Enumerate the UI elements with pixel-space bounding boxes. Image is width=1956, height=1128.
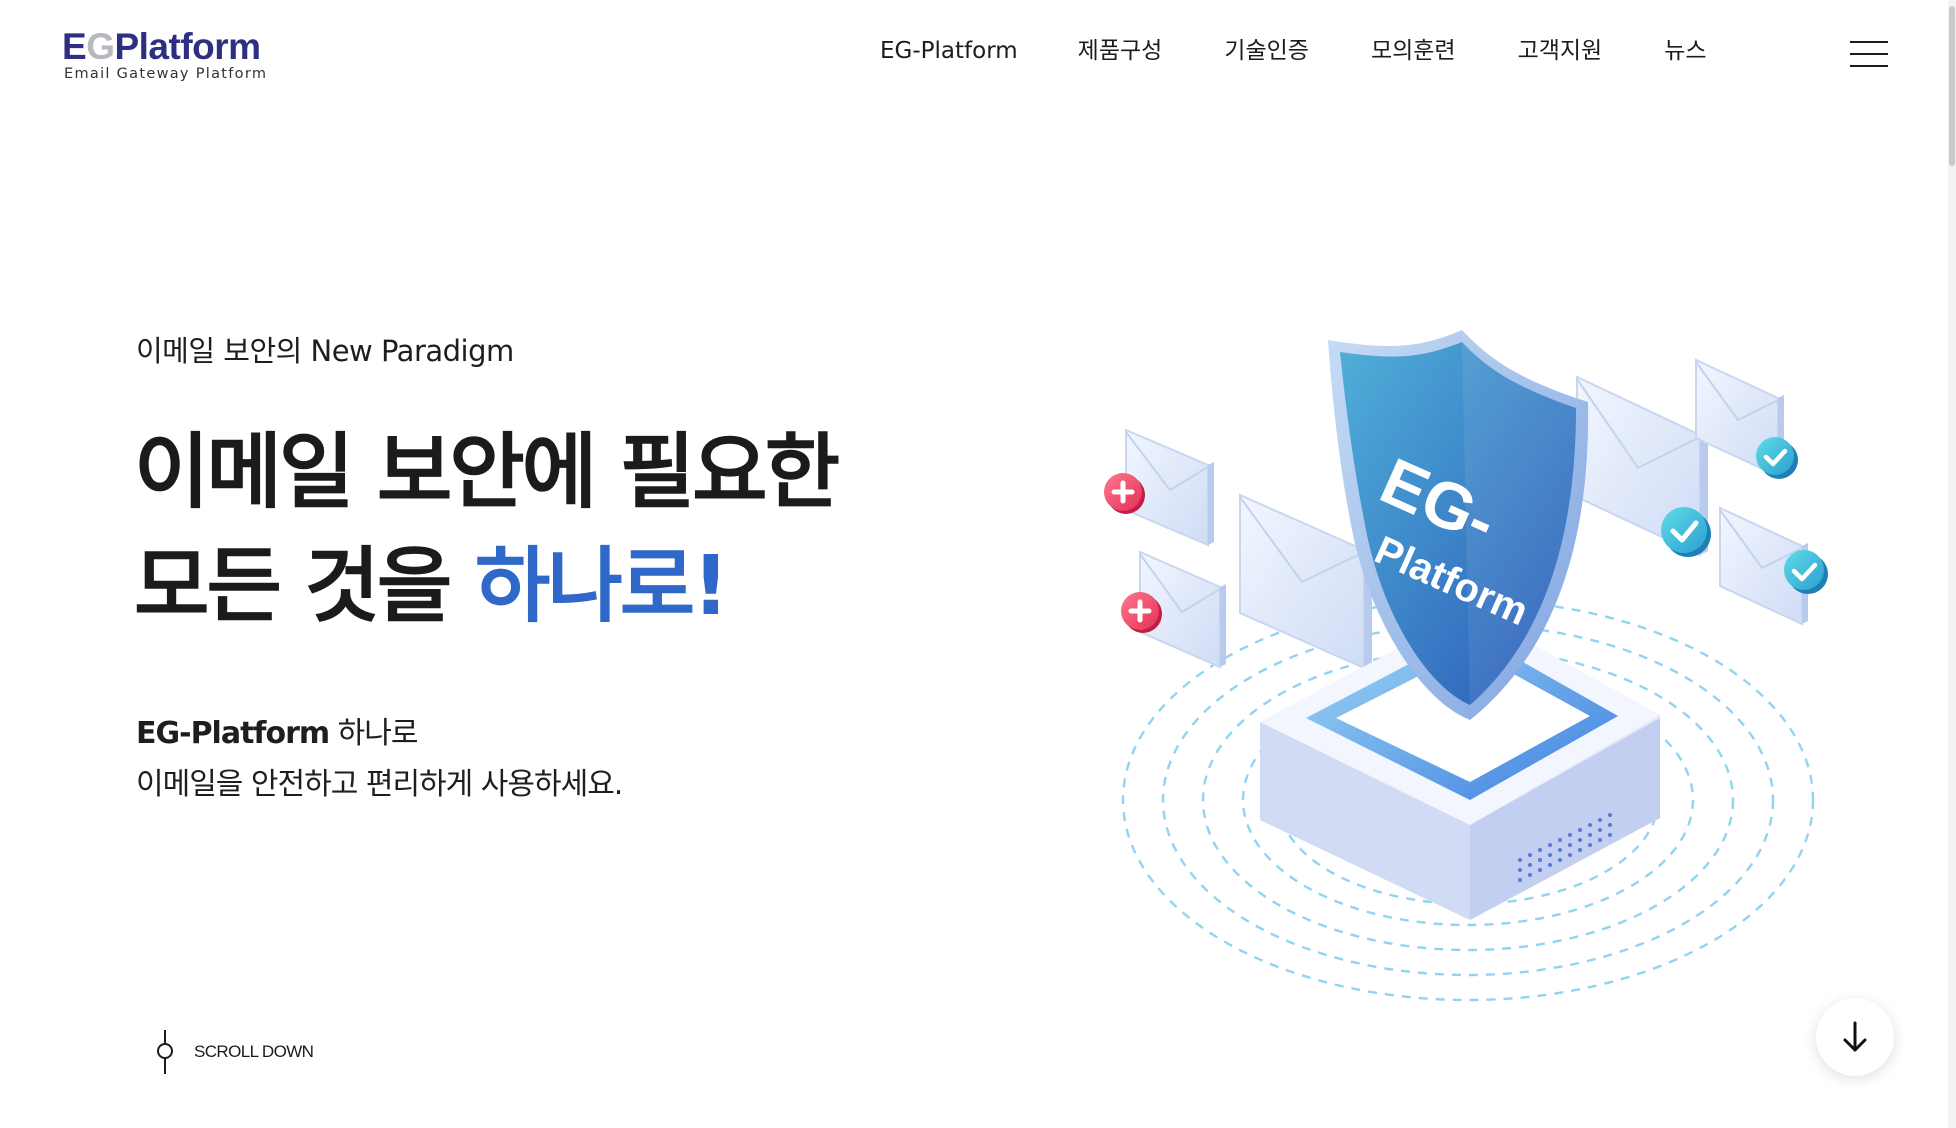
scroll-down-indicator[interactable]: SCROLL DOWN	[154, 1030, 314, 1074]
hero-title-line1: 이메일 보안에 필요한	[134, 425, 840, 520]
hero-description: EG-Platform 하나로 이메일을 안전하고 편리하게 사용하세요.	[136, 708, 623, 810]
nav-item-certification[interactable]: 기술인증	[1224, 34, 1309, 68]
hero-desc-line2: 이메일을 안전하고 편리하게 사용하세요.	[136, 767, 623, 802]
email-security-illustration: EG- Platform	[1090, 320, 1850, 1040]
nav-item-eg-platform[interactable]: EG-Platform	[880, 34, 1018, 68]
menu-bar	[1850, 53, 1888, 55]
hero-title-accent: 하나로!	[474, 539, 730, 634]
page-scrollbar[interactable]	[1948, 0, 1956, 1128]
check-icon	[1756, 437, 1798, 479]
logo-subtitle: Email Gateway Platform	[64, 66, 268, 82]
nav-item-support[interactable]: 고객지원	[1518, 34, 1603, 68]
hero-title-line2: 모든 것을	[134, 539, 475, 634]
main-nav: EG-Platform 제품구성 기술인증 모의훈련 고객지원 뉴스	[880, 34, 1707, 68]
nav-item-simulation-training[interactable]: 모의훈련	[1371, 34, 1456, 68]
logo-wordmark: EGPlatform	[62, 26, 261, 67]
site-header: EGPlatform Email Gateway Platform EG-Pla…	[0, 0, 1956, 110]
scroll-down-label: SCROLL DOWN	[194, 1042, 314, 1061]
hero-title: 이메일 보안에 필요한 모든 것을 하나로!	[134, 416, 840, 644]
nav-item-products[interactable]: 제품구성	[1078, 34, 1163, 68]
eg-platform-logo[interactable]: EGPlatform Email Gateway Platform	[62, 26, 282, 86]
menu-bar	[1850, 65, 1888, 67]
scrollbar-thumb[interactable]	[1949, 6, 1955, 166]
menu-bar	[1850, 41, 1888, 43]
scroll-indicator-icon	[154, 1030, 176, 1074]
hero-desc-line1: 하나로	[329, 716, 419, 751]
hero-desc-brand: EG-Platform	[136, 716, 330, 751]
nav-item-news[interactable]: 뉴스	[1664, 34, 1706, 68]
hero-tagline: 이메일 보안의 New Paradigm	[136, 334, 514, 368]
hamburger-menu-icon[interactable]	[1846, 38, 1892, 70]
